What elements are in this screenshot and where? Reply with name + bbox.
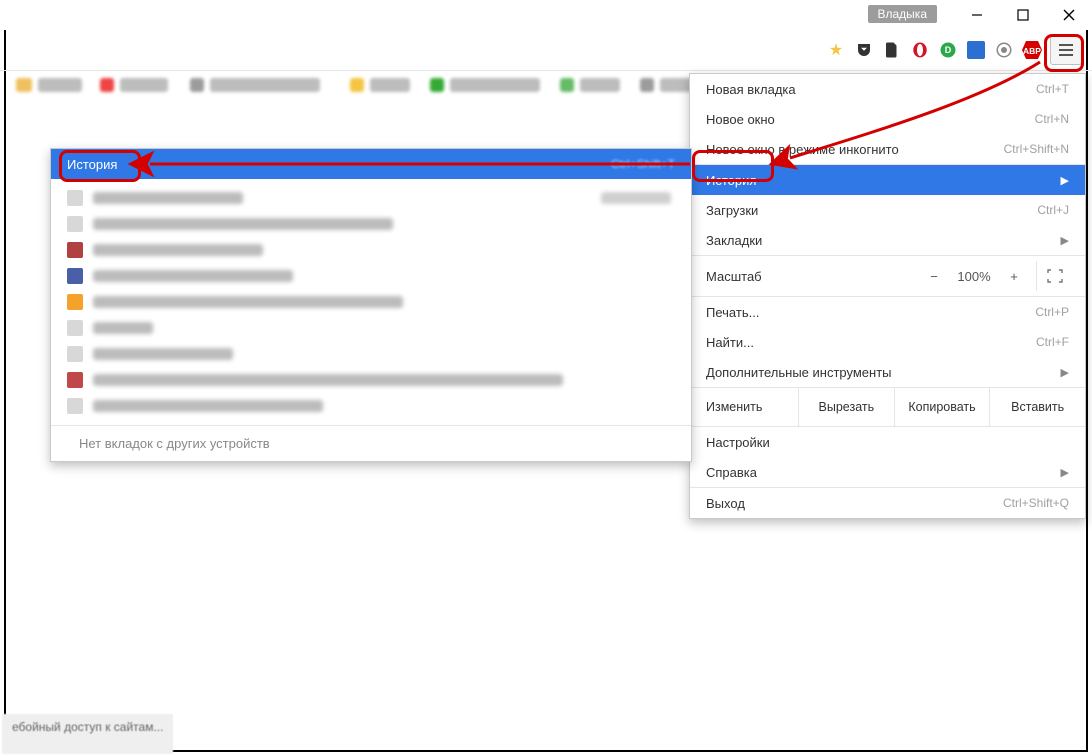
window-minimize-button[interactable] [954,0,1000,30]
history-footer: Нет вкладок с других устройств [51,425,691,461]
zoom-in-button[interactable]: + [998,261,1030,291]
menu-button[interactable] [1050,35,1082,65]
history-title: История [67,157,117,172]
menu-label: Новая вкладка [706,82,796,97]
menu-item-incognito[interactable]: Новое окно в режиме инкогнито Ctrl+Shift… [690,134,1085,164]
history-item[interactable] [51,315,691,341]
history-item[interactable] [51,237,691,263]
menu-item-exit[interactable]: Выход Ctrl+Shift+Q [690,488,1085,518]
chevron-right-icon: ▶ [1061,366,1069,379]
menu-edit-row: Изменить Вырезать Копировать Вставить [690,387,1085,427]
menu-item-downloads[interactable]: Загрузки Ctrl+J [690,195,1085,225]
svg-text:ABP: ABP [1023,46,1041,56]
chevron-right-icon: ▶ [1061,466,1069,479]
menu-item-find[interactable]: Найти... Ctrl+F [690,327,1085,357]
edit-cut-button[interactable]: Вырезать [799,388,895,426]
opera-icon[interactable] [910,40,930,60]
status-bar: ебойный доступ к сайтам... [2,714,173,754]
browser-toolbar: ★ D ABP [0,30,1092,71]
zoom-value: 100% [950,261,998,291]
evernote-icon[interactable] [882,40,902,60]
edit-label: Изменить [690,388,799,426]
window-close-button[interactable] [1046,0,1092,30]
menu-item-print[interactable]: Печать... Ctrl+P [690,297,1085,327]
green-d-icon[interactable]: D [938,40,958,60]
svg-text:D: D [945,45,952,55]
history-item[interactable] [51,263,691,289]
fullscreen-button[interactable] [1036,261,1073,291]
pocket-icon[interactable] [854,40,874,60]
menu-item-history[interactable]: История ▶ [690,165,1085,195]
blue-square-icon[interactable] [966,40,986,60]
history-item[interactable] [51,367,691,393]
menu-item-bookmarks[interactable]: Закладки ▶ [690,225,1085,255]
profile-chip[interactable]: Владыка [868,5,938,23]
window-titlebar: Владыка [0,0,1092,30]
history-submenu: История Ctrl+Shift+T Нет вкладок с други… [50,148,692,462]
menu-shortcut: Ctrl+T [1036,82,1069,96]
edit-paste-button[interactable]: Вставить [990,388,1085,426]
menu-item-tools[interactable]: Дополнительные инструменты ▶ [690,357,1085,387]
wot-icon[interactable] [994,40,1014,60]
menu-zoom-row: Масштаб − 100% + [690,256,1085,296]
main-menu: Новая вкладка Ctrl+T Новое окно Ctrl+N Н… [689,73,1086,519]
edit-copy-button[interactable]: Копировать [895,388,991,426]
history-item[interactable] [51,289,691,315]
zoom-out-button[interactable]: − [918,261,950,291]
menu-item-new-tab[interactable]: Новая вкладка Ctrl+T [690,74,1085,104]
menu-item-settings[interactable]: Настройки [690,427,1085,457]
adblock-icon[interactable]: ABP [1022,40,1042,60]
history-item[interactable] [51,185,691,211]
history-item[interactable] [51,393,691,419]
history-submenu-header[interactable]: История Ctrl+Shift+T [51,149,691,179]
history-item[interactable] [51,211,691,237]
history-item[interactable] [51,341,691,367]
menu-item-help[interactable]: Справка ▶ [690,457,1085,487]
menu-item-new-window[interactable]: Новое окно Ctrl+N [690,104,1085,134]
chevron-right-icon: ▶ [1061,234,1069,247]
window-maximize-button[interactable] [1000,0,1046,30]
chevron-right-icon: ▶ [1061,174,1069,187]
history-shortcut: Ctrl+Shift+T [611,157,675,171]
star-icon[interactable]: ★ [826,40,846,60]
